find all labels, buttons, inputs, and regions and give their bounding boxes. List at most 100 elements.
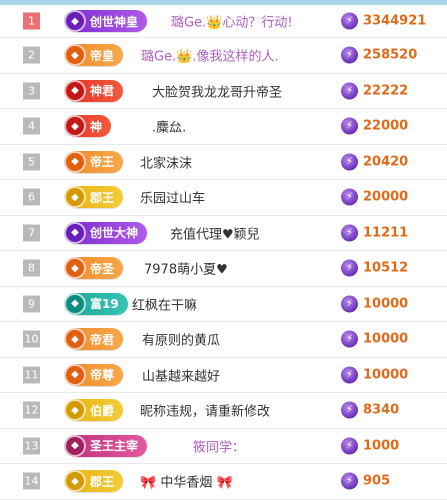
rank-number: 10: [23, 330, 40, 348]
leaderboard-row[interactable]: 11 ◆ 帝尊 山基越来越好 ⚡ 10000: [0, 358, 447, 393]
level-badge: ◆ 圣王主宰: [64, 434, 148, 457]
lightning-coin-icon: ⚡: [341, 437, 358, 455]
level-badge: ◆ 神: [64, 115, 112, 138]
leaderboard-row[interactable]: 14 ◆ 郡王 🎀 中华香烟 🎀 ⚡ 905: [0, 464, 447, 500]
lightning-coin-icon: ⚡: [341, 401, 358, 419]
user-name[interactable]: 有原则的黄瓜: [142, 330, 220, 349]
level-badge-label: 帝王: [90, 155, 115, 170]
lightning-coin-icon: ⚡: [341, 12, 358, 30]
rank-emblem-icon: ◆: [64, 328, 86, 351]
rank-emblem-icon: ◆: [64, 399, 86, 422]
leaderboard-row[interactable]: 8 ◆ 帝圣 7978萌小夏♥ ⚡ 10512: [0, 251, 447, 287]
rank-emblem-icon: ◆: [64, 79, 86, 102]
level-badge: ◆ 帝皇: [64, 44, 124, 67]
user-name[interactable]: 筱同学：: [193, 436, 245, 455]
rank-number: 5: [23, 153, 40, 171]
leaderboard-list: 1 ◆ 创世神皇 璐Ge.👑心动？行动! ⚡ 3344921 2 ◆ 帝皇 璐Ge.👑.像我这样的…: [0, 5, 447, 500]
leaderboard-row[interactable]: 12 ◆ 伯爵 昵称违规，请重新修改 ⚡ 8340: [0, 393, 447, 429]
user-name[interactable]: 7978萌小夏♥: [144, 259, 228, 278]
rank-emblem-icon: ◆: [64, 150, 86, 173]
level-badge: ◆ 帝王: [64, 150, 124, 173]
leaderboard-row[interactable]: 5 ◆ 帝王 北家沫沫 ⚡ 20420: [0, 145, 447, 180]
rank-number: 14: [23, 472, 40, 490]
contribution-value: 1000: [363, 438, 400, 454]
lightning-coin-icon: ⚡: [341, 153, 358, 171]
lightning-coin-icon: ⚡: [341, 188, 358, 206]
rank-number: 12: [23, 401, 40, 419]
lightning-coin-icon: ⚡: [341, 472, 358, 490]
level-badge-label: 富19: [90, 297, 119, 312]
rank-number: 13: [23, 437, 40, 455]
user-name[interactable]: .麋厽.: [152, 117, 186, 136]
rank-number: 3: [23, 82, 40, 100]
level-badge: ◆ 创世大神: [64, 221, 148, 244]
rank-emblem-icon: ◆: [64, 186, 86, 209]
contribution-value: 20420: [363, 154, 409, 170]
level-badge: ◆ 帝尊: [64, 363, 124, 386]
leaderboard-row[interactable]: 4 ◆ 神 .麋厽. ⚡ 22000: [0, 109, 447, 145]
user-name[interactable]: 璐Ge.👑心动？行动!: [171, 12, 293, 31]
level-badge: ◆ 帝君: [64, 328, 124, 351]
level-badge-label: 伯爵: [90, 403, 115, 418]
rank-emblem-icon: ◆: [64, 434, 86, 457]
level-badge: ◆ 郡王: [64, 186, 124, 209]
user-name[interactable]: 山基越来越好: [142, 365, 220, 384]
level-badge-label: 帝圣: [90, 261, 115, 276]
leaderboard-row[interactable]: 9 ◆ 富19 红枫在干嘛 ⚡ 10000: [0, 287, 447, 322]
level-badge: ◆ 富19: [64, 292, 128, 315]
user-name[interactable]: 昵称违规，请重新修改: [140, 401, 270, 420]
leaderboard-row[interactable]: 2 ◆ 帝皇 璐Ge.👑.像我这样的人. ⚡ 258520: [0, 38, 447, 74]
rank-emblem-icon: ◆: [64, 363, 86, 386]
leaderboard-row[interactable]: 1 ◆ 创世神皇 璐Ge.👑心动？行动! ⚡ 3344921: [0, 5, 447, 38]
rank-number: 8: [23, 259, 40, 277]
rank-number: 9: [23, 295, 40, 313]
leaderboard-row[interactable]: 10 ◆ 帝君 有原则的黄瓜 ⚡ 10000: [0, 322, 447, 358]
lightning-coin-icon: ⚡: [341, 295, 358, 313]
rank-emblem-icon: ◆: [64, 292, 86, 315]
rank-emblem-icon: ◆: [64, 10, 86, 32]
user-name[interactable]: 乐园过山车: [140, 188, 205, 207]
contribution-value: 20000: [363, 189, 409, 205]
contribution-value: 905: [363, 473, 391, 489]
contribution-value: 10000: [363, 367, 409, 383]
user-name[interactable]: 充值代理♥颖兒: [170, 223, 260, 242]
level-badge-label: 帝尊: [90, 368, 115, 383]
level-badge: ◆ 伯爵: [64, 399, 124, 422]
rank-emblem-icon: ◆: [64, 257, 86, 280]
rank-emblem-icon: ◆: [64, 44, 86, 67]
contribution-value: 3344921: [363, 13, 427, 29]
lightning-coin-icon: ⚡: [341, 117, 358, 135]
level-badge-label: 郡王: [90, 474, 115, 489]
contribution-value: 22000: [363, 118, 409, 134]
user-name[interactable]: 红枫在干嘛: [132, 294, 197, 313]
level-badge-label: 创世神皇: [90, 14, 139, 29]
user-name[interactable]: 璐Ge.👑.像我这样的人.: [141, 46, 279, 65]
level-badge-label: 帝君: [90, 332, 115, 347]
contribution-value: 10512: [363, 260, 409, 276]
lightning-coin-icon: ⚡: [341, 330, 358, 348]
leaderboard-row[interactable]: 3 ◆ 神君 大脸贺我龙龙哥升帝圣 ⚡ 22222: [0, 74, 447, 109]
lightning-coin-icon: ⚡: [341, 224, 358, 242]
contribution-value: 10000: [363, 331, 409, 347]
level-badge-label: 创世大神: [90, 226, 139, 241]
user-name[interactable]: 🎀 中华香烟 🎀: [140, 472, 233, 491]
level-badge-label: 圣王主宰: [90, 439, 139, 454]
lightning-coin-icon: ⚡: [341, 46, 358, 64]
level-badge: ◆ 神君: [64, 79, 124, 102]
rank-number: 7: [23, 224, 40, 242]
leaderboard-row[interactable]: 7 ◆ 创世大神 充值代理♥颖兒 ⚡ 11211: [0, 216, 447, 251]
user-name[interactable]: 北家沫沫: [140, 152, 192, 171]
user-name[interactable]: 大脸贺我龙龙哥升帝圣: [152, 81, 282, 100]
leaderboard-row[interactable]: 13 ◆ 圣王主宰 筱同学： ⚡ 1000: [0, 429, 447, 464]
level-badge-label: 郡王: [90, 190, 115, 205]
contribution-value: 22222: [363, 83, 409, 99]
rank-number: 11: [23, 366, 40, 384]
level-badge: ◆ 帝圣: [64, 257, 124, 280]
rank-number: 2: [23, 46, 40, 64]
leaderboard-row[interactable]: 6 ◆ 郡王 乐园过山车 ⚡ 20000: [0, 180, 447, 216]
rank-emblem-icon: ◆: [64, 470, 86, 493]
lightning-coin-icon: ⚡: [341, 259, 358, 277]
level-badge: ◆ 创世神皇: [64, 10, 148, 32]
rank-emblem-icon: ◆: [64, 115, 86, 138]
level-badge-label: 神君: [90, 84, 115, 99]
